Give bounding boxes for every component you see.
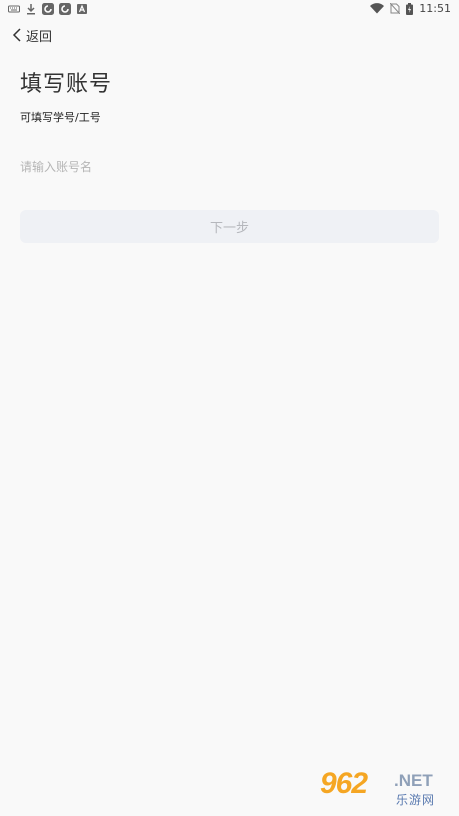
status-bar: 11:51 — [0, 0, 459, 20]
back-label: 返回 — [26, 29, 53, 45]
keyboard-icon — [8, 5, 20, 13]
watermark-site-name: 乐游网 — [396, 793, 436, 807]
notification-icons — [8, 3, 88, 15]
page-subtitle: 可填写学号/工号 — [20, 111, 101, 124]
app-notification-icon-2 — [59, 3, 71, 15]
back-button[interactable]: 返回 — [12, 25, 52, 45]
page-title: 填写账号 — [20, 72, 113, 97]
wifi-icon — [370, 3, 385, 14]
site-watermark-logo: 962 .NET 乐游网 — [320, 767, 454, 811]
clock: 11:51 — [419, 2, 451, 15]
no-sim-icon — [390, 3, 401, 14]
chevron-left-icon — [12, 28, 21, 42]
system-icons: 11:51 — [370, 2, 451, 15]
download-icon — [27, 4, 35, 15]
account-input[interactable] — [20, 155, 439, 179]
font-app-icon — [77, 4, 87, 14]
battery-icon — [406, 2, 414, 15]
watermark-net: .NET — [394, 771, 433, 790]
app-notification-icon — [42, 3, 54, 15]
watermark-number: 962 — [320, 767, 368, 800]
next-button[interactable]: 下一步 — [20, 210, 439, 243]
